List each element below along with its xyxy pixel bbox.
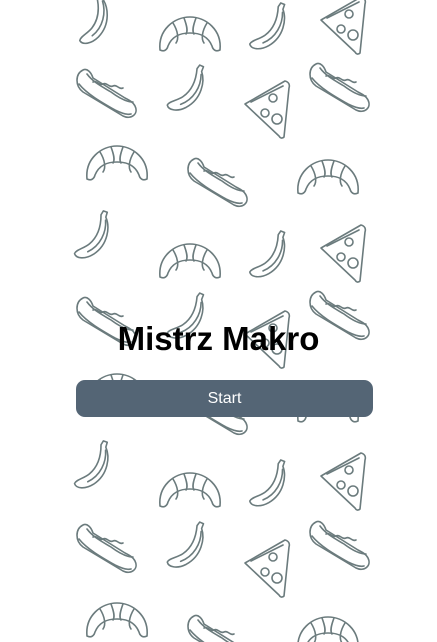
hotdog-icon <box>76 523 137 574</box>
hotdog-icon <box>76 68 137 119</box>
app-title: Mistrz Makro <box>117 320 320 357</box>
banana-icon <box>248 455 288 510</box>
start-button[interactable]: Start <box>76 380 373 417</box>
pizza-icon <box>244 80 291 139</box>
hotdog-icon <box>309 520 370 571</box>
banana-icon <box>165 59 207 115</box>
hotdog-icon <box>309 62 370 113</box>
pizza-icon <box>244 539 291 598</box>
pizza-icon <box>320 0 367 55</box>
banana-icon <box>248 226 288 281</box>
pizza-icon <box>320 224 367 283</box>
pizza-icon <box>320 452 367 511</box>
banana-icon <box>165 516 207 572</box>
croissant-icon <box>297 159 359 195</box>
croissant-icon <box>86 602 148 638</box>
croissant-icon <box>297 616 359 642</box>
croissant-icon <box>159 243 221 279</box>
banana-icon <box>72 0 112 45</box>
croissant-icon <box>159 472 221 508</box>
hotdog-icon <box>187 614 248 642</box>
banana-icon <box>248 0 288 53</box>
hotdog-icon <box>187 157 248 208</box>
croissant-icon <box>159 16 221 52</box>
croissant-icon <box>86 145 148 181</box>
banana-icon <box>73 437 111 491</box>
banana-icon <box>73 207 111 261</box>
main-screen: Mistrz Makro Start <box>0 0 437 642</box>
